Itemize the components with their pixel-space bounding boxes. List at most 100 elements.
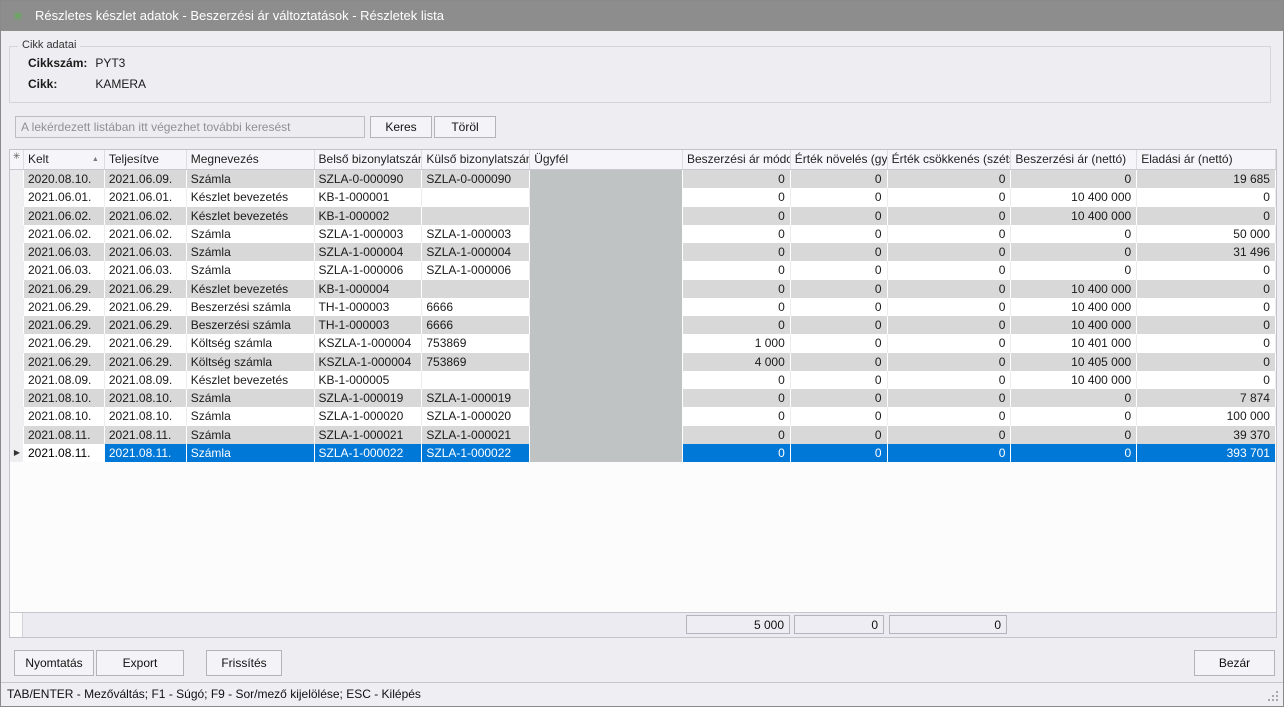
grid-cell[interactable]: 0 xyxy=(1137,188,1276,206)
grid-cell[interactable]: 0 xyxy=(791,316,888,334)
grid-cell[interactable]: 0 xyxy=(791,444,888,462)
grid-cell[interactable]: 10 400 000 xyxy=(1011,316,1137,334)
grid-cell[interactable] xyxy=(530,353,683,371)
grid-cell[interactable]: 0 xyxy=(791,389,888,407)
grid-cell[interactable]: Számla xyxy=(187,261,315,279)
grid-cell[interactable]: 2021.08.10. xyxy=(24,389,105,407)
grid-cell[interactable]: Számla xyxy=(187,444,315,462)
grid-cell[interactable] xyxy=(530,334,683,352)
grid-cell[interactable]: 0 xyxy=(791,170,888,188)
grid-cell[interactable]: 0 xyxy=(1011,389,1137,407)
resize-grip-icon[interactable] xyxy=(1276,699,1278,701)
grid-cell[interactable] xyxy=(530,280,683,298)
grid-cell[interactable]: 10 401 000 xyxy=(1011,334,1137,352)
column-header-3[interactable]: Megnevezés xyxy=(187,150,315,169)
grid-cell[interactable]: 0 xyxy=(1011,225,1137,243)
grid-cell[interactable]: Készlet bevezetés xyxy=(187,188,315,206)
bezar-button[interactable]: Bezár xyxy=(1194,650,1275,676)
grid-cell[interactable]: 2021.06.03. xyxy=(24,261,105,279)
table-row[interactable]: 2021.08.11.2021.08.11.SzámlaSZLA-1-00002… xyxy=(10,426,1276,444)
grid-cell[interactable]: Számla xyxy=(187,225,315,243)
grid-cell[interactable]: 0 xyxy=(791,426,888,444)
grid-cell[interactable]: 2021.06.01. xyxy=(24,188,105,206)
grid-cell[interactable]: 2021.06.29. xyxy=(105,353,187,371)
grid-cell[interactable]: Számla xyxy=(187,407,315,425)
grid-cell[interactable]: 2020.08.10. xyxy=(24,170,105,188)
column-header-5[interactable]: Külső bizonylatszám xyxy=(422,150,530,169)
grid-cell[interactable]: SZLA-1-000020 xyxy=(315,407,423,425)
grid-cell[interactable]: 6666 xyxy=(422,298,530,316)
search-input[interactable] xyxy=(15,116,365,138)
grid-cell[interactable]: KB-1-000004 xyxy=(315,280,423,298)
grid-cell[interactable]: 0 xyxy=(888,334,1012,352)
grid-cell[interactable]: 0 xyxy=(791,261,888,279)
grid-cell[interactable]: Beszerzési számla xyxy=(187,316,315,334)
grid-cell[interactable]: 0 xyxy=(1137,353,1276,371)
export-button[interactable]: Export xyxy=(96,650,184,676)
grid-cell[interactable]: Készlet bevezetés xyxy=(187,280,315,298)
grid-cell[interactable]: 0 xyxy=(791,371,888,389)
grid-cell[interactable]: 4 000 xyxy=(683,353,791,371)
grid-cell[interactable]: 6666 xyxy=(422,316,530,334)
column-header-9[interactable]: Érték csökkenés (szétsz xyxy=(888,150,1012,169)
grid-cell[interactable]: KB-1-000002 xyxy=(315,207,423,225)
grid-cell[interactable]: 0 xyxy=(1011,261,1137,279)
grid-cell[interactable]: 10 400 000 xyxy=(1011,207,1137,225)
column-header-2[interactable]: Teljesítve xyxy=(105,150,187,169)
grid-cell[interactable]: 0 xyxy=(888,261,1012,279)
grid-cell[interactable]: 2021.08.11. xyxy=(24,444,105,462)
grid-cell[interactable]: 0 xyxy=(683,426,791,444)
grid-cell[interactable]: 0 xyxy=(1011,170,1137,188)
column-header-4[interactable]: Belső bizonylatszám xyxy=(315,150,423,169)
grid-cell[interactable]: 0 xyxy=(791,298,888,316)
grid-cell[interactable]: 2021.06.29. xyxy=(24,316,105,334)
grid-cell[interactable]: 2021.08.10. xyxy=(24,407,105,425)
column-header-11[interactable]: Eladási ár (nettó) xyxy=(1137,150,1276,169)
grid-cell[interactable]: TH-1-000003 xyxy=(315,298,423,316)
grid-cell[interactable]: 0 xyxy=(888,389,1012,407)
grid-cell[interactable]: Készlet bevezetés xyxy=(187,207,315,225)
grid-cell[interactable]: SZLA-1-000021 xyxy=(422,426,530,444)
column-header-10[interactable]: Beszerzési ár (nettó) xyxy=(1011,150,1137,169)
table-row[interactable]: 2021.06.29.2021.06.29.Készlet bevezetésK… xyxy=(10,280,1276,298)
grid-cell[interactable]: 0 xyxy=(888,207,1012,225)
grid-cell[interactable]: 2021.08.09. xyxy=(24,371,105,389)
grid-cell[interactable]: 0 xyxy=(683,407,791,425)
grid-cell[interactable]: 2021.08.09. xyxy=(105,371,187,389)
grid-cell[interactable]: 0 xyxy=(683,316,791,334)
grid-cell[interactable] xyxy=(530,407,683,425)
grid-cell[interactable]: SZLA-1-000006 xyxy=(422,261,530,279)
grid-cell[interactable]: 19 685 xyxy=(1137,170,1276,188)
grid-cell[interactable]: 10 405 000 xyxy=(1011,353,1137,371)
grid-cell[interactable]: TH-1-000003 xyxy=(315,316,423,334)
grid-cell[interactable]: 0 xyxy=(1137,371,1276,389)
column-header-7[interactable]: Beszerzési ár módosí xyxy=(683,150,791,169)
grid-cell[interactable] xyxy=(530,298,683,316)
table-row[interactable]: 2021.06.29.2021.06.29.Beszerzési számlaT… xyxy=(10,316,1276,334)
grid-cell[interactable]: 0 xyxy=(683,280,791,298)
grid-cell[interactable] xyxy=(530,207,683,225)
grid-cell[interactable]: 0 xyxy=(683,225,791,243)
grid-cell[interactable]: 0 xyxy=(888,426,1012,444)
grid-cell[interactable]: 39 370 xyxy=(1137,426,1276,444)
table-row[interactable]: 2021.06.03.2021.06.03.SzámlaSZLA-1-00000… xyxy=(10,261,1276,279)
grid-cell[interactable]: 0 xyxy=(1137,261,1276,279)
grid-cell[interactable]: 0 xyxy=(1137,280,1276,298)
grid-cell[interactable]: 753869 xyxy=(422,353,530,371)
grid-cell[interactable]: 2021.06.29. xyxy=(105,298,187,316)
grid-cell[interactable]: 0 xyxy=(683,298,791,316)
grid-cell[interactable] xyxy=(422,280,530,298)
grid-cell[interactable]: 2021.06.29. xyxy=(105,316,187,334)
grid-cell[interactable]: 0 xyxy=(683,207,791,225)
grid-cell[interactable]: SZLA-1-000019 xyxy=(315,389,423,407)
grid-cell[interactable]: 100 000 xyxy=(1137,407,1276,425)
grid-cell[interactable]: 31 496 xyxy=(1137,243,1276,261)
grid-cell[interactable]: 2021.06.29. xyxy=(105,334,187,352)
grid-cell[interactable] xyxy=(530,261,683,279)
grid-cell[interactable]: 0 xyxy=(1137,298,1276,316)
grid-cell[interactable]: 2021.06.02. xyxy=(105,207,187,225)
grid-cell[interactable]: SZLA-1-000003 xyxy=(315,225,423,243)
grid-cell[interactable]: 10 400 000 xyxy=(1011,280,1137,298)
grid-cell[interactable] xyxy=(422,371,530,389)
grid-cell[interactable]: 2021.06.02. xyxy=(105,225,187,243)
